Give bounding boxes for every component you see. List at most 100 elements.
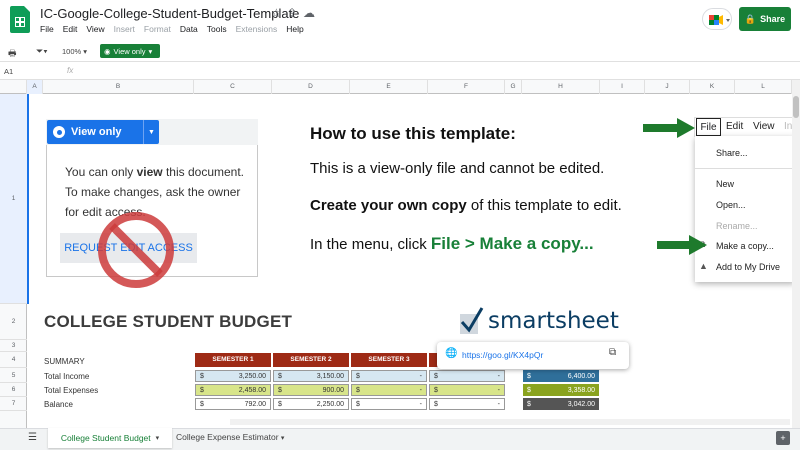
sem3-balance-cell[interactable]: $ -	[351, 398, 427, 410]
column-header-g[interactable]: G	[505, 80, 522, 94]
column-header-f[interactable]: F	[428, 80, 505, 94]
arrow-right-icon	[643, 118, 695, 138]
menu-file[interactable]: File	[40, 24, 54, 34]
sem2-income-cell[interactable]: $3,150.00	[273, 370, 349, 382]
chevron-down-icon: ▾	[280, 435, 285, 442]
share-button[interactable]: 🔒 Share	[739, 7, 791, 31]
semester-3-header: SEMESTER 3	[351, 353, 427, 367]
instructions-heading: How to use this template:	[310, 124, 516, 143]
sem3-income-cell[interactable]: $ -	[351, 370, 427, 382]
filter-icon[interactable]: ⏷▾	[36, 46, 48, 57]
column-header-h[interactable]: H	[522, 80, 600, 94]
total-income-label: Total Income	[44, 372, 90, 381]
file-menu-item-rename: Rename...	[716, 221, 758, 231]
menu-data[interactable]: Data	[180, 24, 198, 34]
vertical-scroll-thumb[interactable]	[793, 96, 799, 118]
document-title[interactable]: IC-Google-College-Student-Budget-Templat…	[40, 6, 299, 21]
sem2-expense-cell[interactable]: $900.00	[273, 384, 349, 396]
print-icon[interactable]: 🖶	[8, 46, 17, 62]
smartsheet-logo[interactable]: smartsheet	[458, 306, 619, 336]
copy-link-icon[interactable]: ⧉	[609, 347, 616, 358]
eye-icon: ◉	[104, 46, 111, 56]
chevron-down-icon[interactable]: ▼	[143, 120, 159, 144]
row-header-4[interactable]: 4	[0, 352, 27, 368]
sem4-income-cell[interactable]: $ -	[429, 370, 505, 382]
file-menu-item-new: New	[716, 179, 735, 189]
tab-college-expense-estimator[interactable]: College Expense Estimator ▾	[176, 432, 284, 442]
all-sheets-menu-icon[interactable]: ☰	[28, 432, 37, 443]
name-box[interactable]: A1	[4, 67, 13, 76]
prohibited-icon	[98, 212, 174, 288]
summary-label: SUMMARY	[44, 357, 85, 366]
file-menu-illustration-file: File	[696, 118, 721, 136]
horizontal-scrollbar[interactable]	[230, 419, 790, 425]
row-header-7[interactable]: 7	[0, 397, 27, 411]
vertical-scrollbar[interactable]	[792, 80, 800, 430]
sem4-expense-cell[interactable]: $ -	[429, 384, 505, 396]
chevron-down-icon: ▾	[155, 435, 160, 442]
balance-label: Balance	[44, 400, 73, 409]
column-header-c[interactable]: C	[194, 80, 272, 94]
fx-icon: fx	[67, 66, 74, 75]
row-header-2[interactable]: 2	[0, 304, 27, 340]
column-header-i[interactable]: I	[600, 80, 645, 94]
semester-2-header: SEMESTER 2	[273, 353, 349, 367]
checkmark-icon	[460, 307, 484, 334]
formula-bar	[0, 63, 800, 80]
menu-bar: File Edit View Insert Format Data Tools …	[40, 24, 304, 34]
sem1-balance-cell[interactable]: $792.00	[195, 398, 271, 410]
zoom-select[interactable]: 100% ▾	[62, 47, 87, 56]
column-header-k[interactable]: K	[690, 80, 735, 94]
menu-insert[interactable]: Insert	[114, 24, 135, 34]
column-header-a[interactable]: A	[27, 80, 43, 94]
lock-icon: 🔒	[744, 13, 757, 24]
column-header-j[interactable]: J	[645, 80, 690, 94]
file-menu-item-add-drive: Add to My Drive	[716, 262, 781, 272]
view-only-button[interactable]: View only	[47, 120, 143, 144]
sem2-balance-cell[interactable]: $2,250.00	[273, 398, 349, 410]
menu-view[interactable]: View	[86, 24, 104, 34]
link-url[interactable]: https://goo.gl/KX4pQr	[462, 350, 543, 360]
instructions-line-2: Create your own copy of this template to…	[310, 197, 622, 214]
menu-format[interactable]: Format	[144, 24, 171, 34]
column-header-d[interactable]: D	[272, 80, 350, 94]
total-expense-cell[interactable]: $3,358.00	[523, 384, 599, 396]
row-header-1[interactable]: 1	[0, 94, 27, 304]
file-menu-divider	[695, 168, 795, 169]
instructions-line-3: In the menu, click File > Make a copy...	[310, 234, 594, 253]
file-menu-item-share: Share...	[716, 148, 748, 158]
column-header-e[interactable]: E	[350, 80, 428, 94]
star-icon[interactable]: ☆	[271, 6, 282, 20]
chevron-down-icon: ▾	[148, 46, 153, 56]
row-header-5[interactable]: 5	[0, 368, 27, 383]
file-menu-item-make-copy: Make a copy...	[716, 241, 774, 251]
arrow-right-icon	[657, 235, 707, 255]
row-header-6[interactable]: 6	[0, 383, 27, 397]
total-balance-cell[interactable]: $3,042.00	[523, 398, 599, 410]
menu-help[interactable]: Help	[286, 24, 303, 34]
menu-tools[interactable]: Tools	[207, 24, 227, 34]
column-header-l[interactable]: L	[735, 80, 792, 94]
select-all-corner[interactable]	[0, 80, 27, 94]
file-menu-illustration-edit: Edit	[726, 121, 744, 132]
column-header-b[interactable]: B	[43, 80, 194, 94]
view-only-toolbar-button[interactable]: ◉ View only ▾	[100, 44, 160, 58]
meet-icon	[709, 15, 730, 25]
row-header-3[interactable]: 3	[0, 340, 27, 352]
sem1-expense-cell[interactable]: $2,458.00	[195, 384, 271, 396]
move-icon[interactable]: ⇪	[287, 6, 297, 20]
menu-extensions[interactable]: Extensions	[236, 24, 278, 34]
meet-button[interactable]	[702, 8, 732, 30]
menu-edit[interactable]: Edit	[63, 24, 78, 34]
sem1-income-cell[interactable]: $3,250.00	[195, 370, 271, 382]
explore-icon[interactable]: +	[776, 431, 790, 445]
instructions-line-1: This is a view-only file and cannot be e…	[310, 160, 605, 177]
cloud-status-icon[interactable]: ☁	[303, 6, 315, 20]
sem3-expense-cell[interactable]: $ -	[351, 384, 427, 396]
sem4-balance-cell[interactable]: $ -	[429, 398, 505, 410]
total-income-cell[interactable]: $6,400.00	[523, 370, 599, 382]
tab-college-student-budget[interactable]: College Student Budget ▾	[48, 428, 172, 448]
sheets-logo-icon[interactable]	[10, 6, 30, 33]
total-expenses-label: Total Expenses	[44, 386, 99, 395]
budget-title: COLLEGE STUDENT BUDGET	[44, 312, 293, 331]
